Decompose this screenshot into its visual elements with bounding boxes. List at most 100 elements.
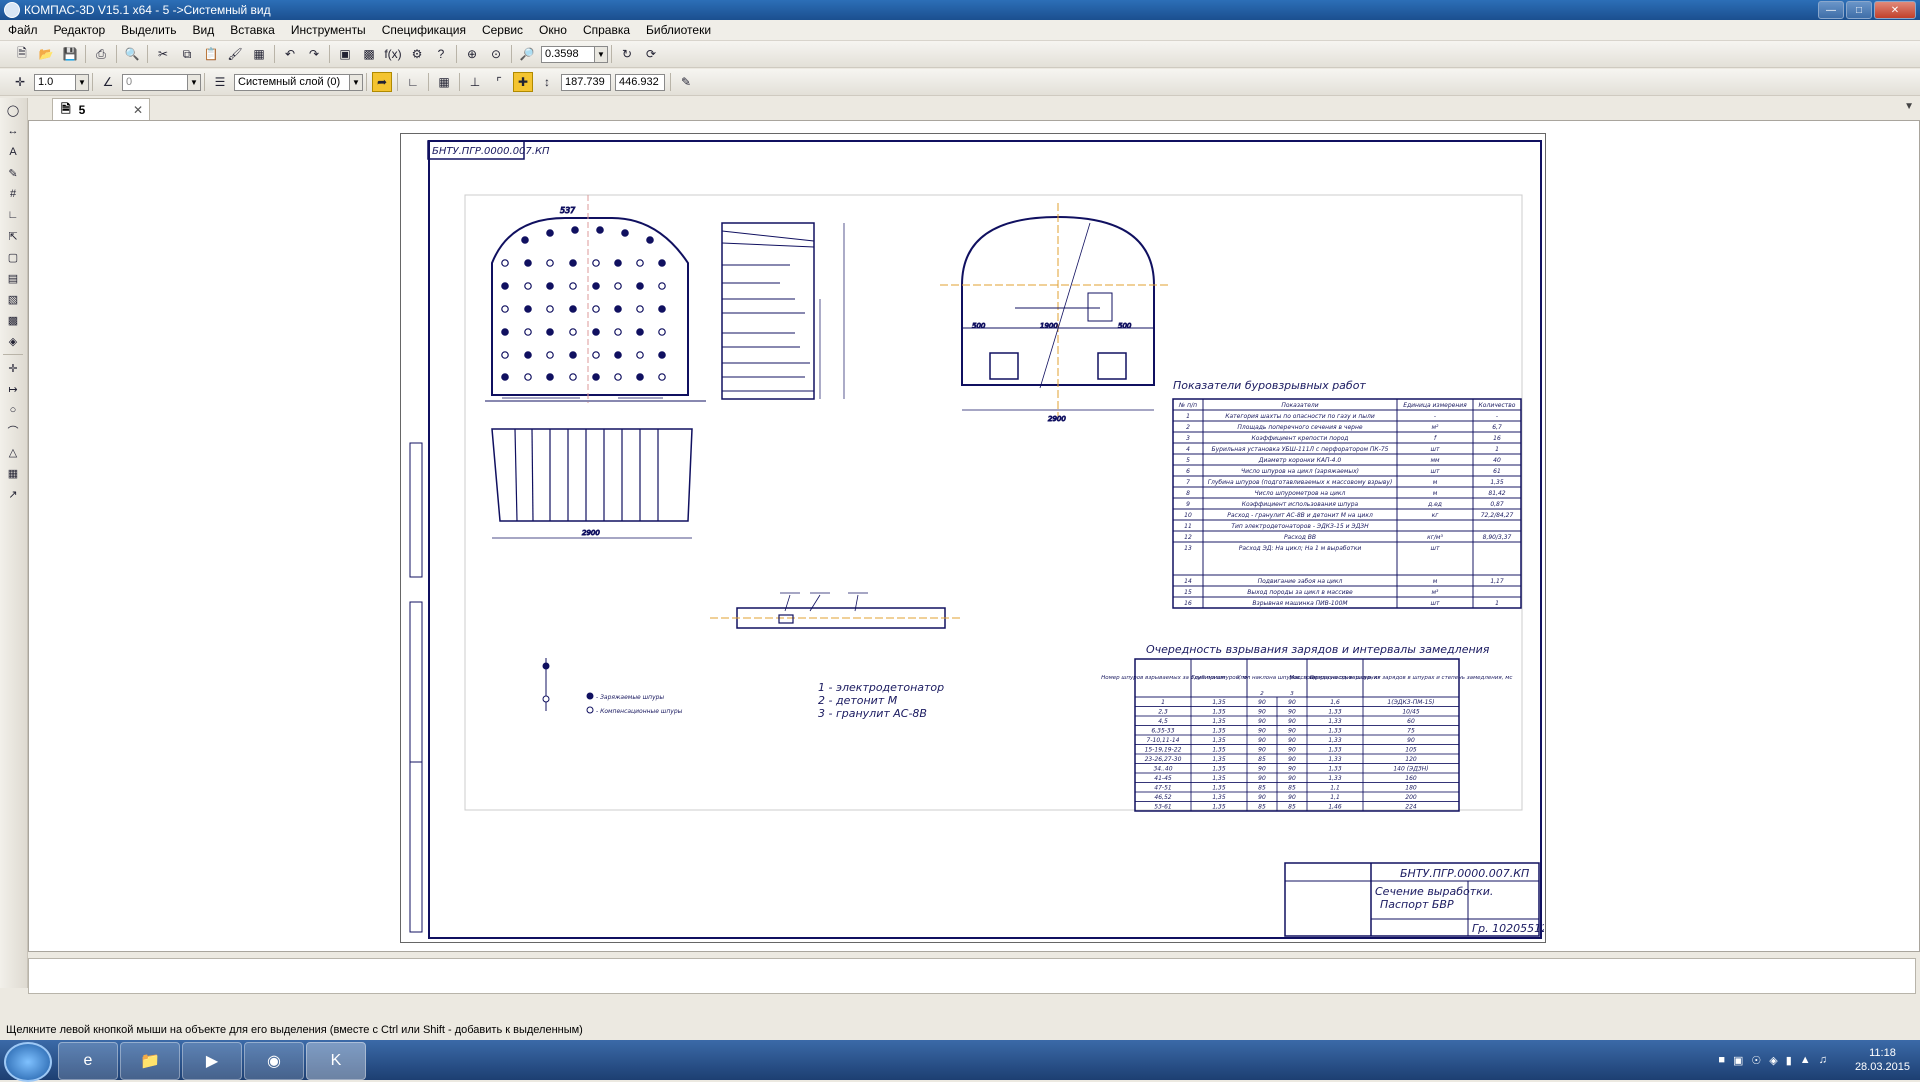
circle-tool-icon[interactable]: ○ — [4, 401, 22, 419]
table1-cell: 16 — [1184, 600, 1192, 607]
format-brush-icon[interactable]: 🖌 — [225, 44, 245, 64]
angle-input[interactable]: 0 — [122, 73, 188, 91]
menu-insert[interactable]: Вставка — [222, 23, 283, 37]
arc-tool-icon[interactable]: ⌒ — [4, 422, 22, 440]
menu-libraries[interactable]: Библиотеки — [638, 23, 719, 37]
copy-icon[interactable]: ⧉ — [177, 44, 197, 64]
menu-view[interactable]: Вид — [185, 23, 223, 37]
insert-icon[interactable]: ▩ — [4, 311, 22, 329]
system-tray: ■ ▣ ☉ ◈ ▮ ▲ ♫ 11:18 28.03.2015 — [1718, 1040, 1920, 1080]
menu-edit[interactable]: Редактор — [46, 23, 114, 37]
reports-icon[interactable]: ▧ — [4, 290, 22, 308]
select-icon[interactable]: ⇱ — [4, 227, 22, 245]
menu-window[interactable]: Окно — [531, 23, 575, 37]
parametrization-icon[interactable]: # — [4, 185, 22, 203]
table2-cell: 23-26,27-30 — [1145, 756, 1182, 763]
chevron-down-icon[interactable]: ▼ — [349, 73, 363, 91]
linear-dim-icon[interactable]: ↦ — [4, 380, 22, 398]
tray-signal-icon[interactable]: ▲ — [1800, 1054, 1811, 1066]
zoom-input[interactable]: 0.3598 — [541, 45, 595, 63]
tray-battery-icon[interactable]: ▮ — [1786, 1054, 1792, 1067]
grid-icon[interactable]: ▦ — [434, 72, 454, 92]
chevron-down-icon[interactable]: ▼ — [594, 45, 608, 63]
maximize-button[interactable]: □ — [1846, 1, 1872, 19]
zoom-all-icon[interactable]: ⊙ — [486, 44, 506, 64]
kompas-task-icon[interactable]: K — [306, 1042, 366, 1080]
menu-specification[interactable]: Спецификация — [374, 23, 474, 37]
library-icon[interactable]: ▩ — [359, 44, 379, 64]
tray-volume-icon[interactable]: ♫ — [1819, 1054, 1827, 1066]
menu-file[interactable]: Файл — [0, 23, 46, 37]
chevron-down-icon[interactable]: ▼ — [75, 73, 89, 91]
menu-tools[interactable]: Инструменты — [283, 23, 374, 37]
help-pointer-icon[interactable]: ? — [431, 44, 451, 64]
refresh-icon[interactable]: ↻ — [617, 44, 637, 64]
menu-service[interactable]: Сервис — [474, 23, 531, 37]
cut-icon[interactable]: ✂ — [153, 44, 173, 64]
cursor-y-field[interactable]: 446.932 — [615, 73, 665, 91]
menu-help[interactable]: Справка — [575, 23, 638, 37]
local-cs-icon[interactable]: ∟ — [403, 72, 423, 92]
symbols-icon[interactable]: A — [4, 143, 22, 161]
zoom-in-icon[interactable]: 🔎 — [517, 44, 537, 64]
save-icon[interactable]: 💾 — [60, 44, 80, 64]
snap-point-icon[interactable]: ✛ — [4, 359, 22, 377]
open-folder-icon[interactable]: 📂 — [36, 44, 56, 64]
table2-cell: 1,1 — [1330, 785, 1340, 792]
table1-cell: шт — [1431, 600, 1440, 607]
tabs-menu-icon[interactable]: ▼ — [1904, 101, 1914, 112]
step-icon[interactable]: ✛ — [10, 72, 30, 92]
associative-views-icon[interactable]: ▢ — [4, 248, 22, 266]
layer-select[interactable]: Системный слой (0) — [234, 73, 350, 91]
explorer-icon[interactable]: 📁 — [120, 1042, 180, 1080]
angle-icon[interactable]: ∠ — [98, 72, 118, 92]
zoom-window-icon[interactable]: ⊕ — [462, 44, 482, 64]
properties-icon[interactable]: ▦ — [249, 44, 269, 64]
dimensions-icon[interactable]: ↔ — [4, 122, 22, 140]
ie-icon[interactable]: e — [58, 1042, 118, 1080]
clock[interactable]: 11:18 28.03.2015 — [1855, 1046, 1910, 1074]
round-icon[interactable]: ⌜ — [489, 72, 509, 92]
tray-shield-icon[interactable]: ☉ — [1751, 1054, 1761, 1067]
parameter-icon[interactable]: ✎ — [676, 72, 696, 92]
print-icon[interactable]: ⎙ — [91, 44, 111, 64]
layers-icon[interactable]: ☰ — [210, 72, 230, 92]
minimize-button[interactable]: — — [1818, 1, 1844, 19]
geometry-icon[interactable]: ◯ — [4, 101, 22, 119]
table2-cell: 90 — [1288, 747, 1296, 754]
close-icon[interactable]: ✕ — [133, 103, 143, 117]
close-button[interactable]: ✕ — [1874, 1, 1916, 19]
menu-select[interactable]: Выделить — [113, 23, 184, 37]
command-line[interactable] — [28, 958, 1916, 994]
manager-icon[interactable]: ▣ — [335, 44, 355, 64]
calc-icon[interactable]: ⚙ — [407, 44, 427, 64]
preview-icon[interactable]: 🔍 — [122, 44, 142, 64]
measure-icon[interactable]: ∟ — [4, 206, 22, 224]
cursor-x-field[interactable]: 187.739 — [561, 73, 611, 91]
variables-icon[interactable]: f(x) — [383, 44, 403, 64]
chevron-down-icon[interactable]: ▼ — [187, 73, 201, 91]
polygon-tool-icon[interactable]: △ — [4, 443, 22, 461]
legend-loaded-holes: - Заряжаемые шпуры — [596, 694, 664, 701]
paste-icon[interactable]: 📋 — [201, 44, 221, 64]
leader-tool-icon[interactable]: ↗ — [4, 485, 22, 503]
tray-language-icon[interactable]: ◈ — [1769, 1054, 1777, 1067]
redo-icon[interactable]: ↷ — [304, 44, 324, 64]
undo-icon[interactable]: ↶ — [280, 44, 300, 64]
step-input[interactable]: 1.0 — [34, 73, 76, 91]
new-document-icon[interactable]: 🗎 — [12, 44, 32, 64]
redraw-icon[interactable]: ⟳ — [641, 44, 661, 64]
chrome-icon[interactable]: ◉ — [244, 1042, 304, 1080]
ortho-icon[interactable]: ⊥ — [465, 72, 485, 92]
edit-icon[interactable]: ✎ — [4, 164, 22, 182]
snap-toggle-icon[interactable]: ✚ — [513, 72, 533, 92]
tab-document-5[interactable]: 🗎 5 ✕ — [52, 98, 150, 121]
tray-app-icon[interactable]: ■ — [1718, 1054, 1725, 1066]
start-button[interactable] — [4, 1042, 52, 1082]
snap-icon[interactable]: ➦ — [372, 72, 392, 92]
tray-network-icon[interactable]: ▣ — [1733, 1054, 1743, 1067]
hatch-tool-icon[interactable]: ▦ — [4, 464, 22, 482]
media-player-icon[interactable]: ▶ — [182, 1042, 242, 1080]
fragment-icon[interactable]: ◈ — [4, 332, 22, 350]
specification-icon[interactable]: ▤ — [4, 269, 22, 287]
